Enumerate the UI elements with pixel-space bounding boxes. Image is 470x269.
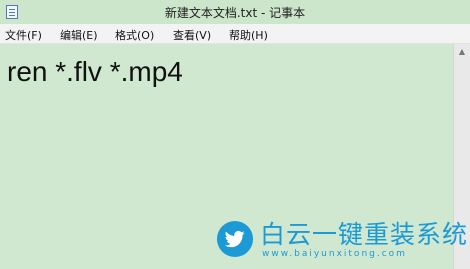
menu-edit[interactable]: 编辑(E) xyxy=(60,27,98,43)
window-title: 新建文本文档.txt - 记事本 xyxy=(164,6,306,20)
editor-content[interactable]: ren *.flv *.mp4 xyxy=(7,56,183,88)
menu-file[interactable]: 文件(F) xyxy=(5,27,42,43)
menu-help[interactable]: 帮助(H) xyxy=(229,27,268,43)
menu-format[interactable]: 格式(O) xyxy=(115,27,154,43)
watermark-url: www.baiyunxitong.com xyxy=(262,249,407,259)
menu-view[interactable]: 查看(V) xyxy=(173,27,211,43)
notepad-window: 新建文本文档.txt - 记事本 文件(F) 编辑(E) 格式(O) 查看(V)… xyxy=(0,0,470,269)
twitter-bird-icon xyxy=(216,220,254,258)
site-watermark: 白云一键重装系统 www.baiyunxitong.com xyxy=(216,218,467,264)
menu-bar: 文件(F) 编辑(E) 格式(O) 查看(V) 帮助(H) xyxy=(0,24,470,44)
scroll-up-arrow-icon[interactable]: ▲ xyxy=(454,44,470,60)
title-bar[interactable]: 新建文本文档.txt - 记事本 xyxy=(0,0,470,24)
watermark-title: 白云一键重装系统 xyxy=(260,220,469,249)
